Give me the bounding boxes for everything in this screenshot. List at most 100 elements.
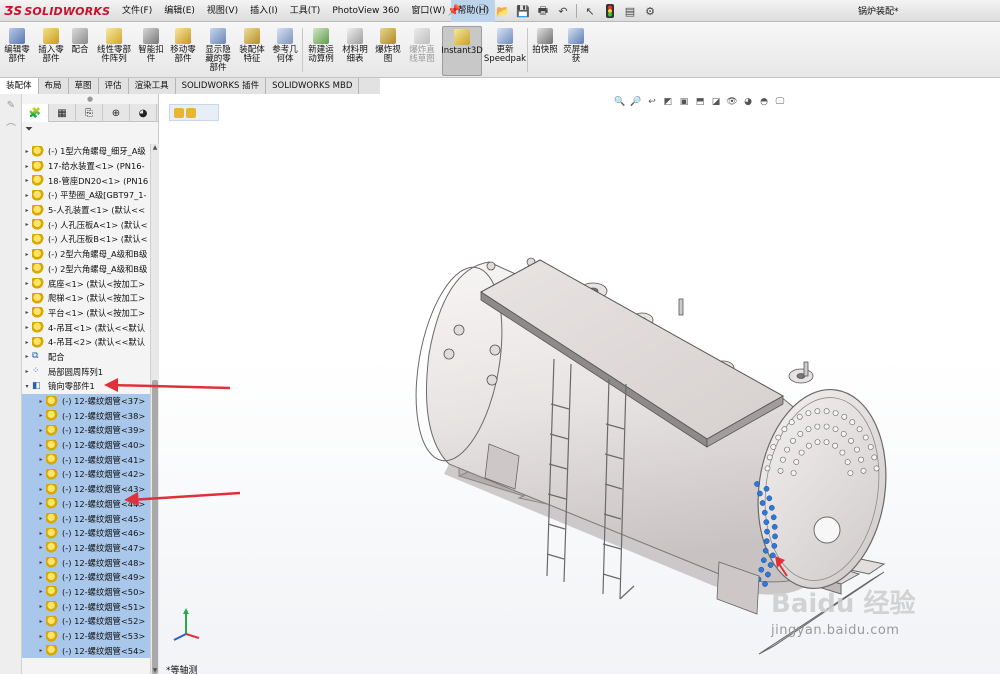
reference-geometry-button[interactable]: 参考几 何体 (270, 26, 300, 76)
selected-tube-hole[interactable] (765, 571, 771, 578)
menu-view[interactable]: 视图(V) (201, 0, 244, 22)
tree-item-selected[interactable]: ▸ (-) 12-螺纹烟管<47> (22, 540, 150, 556)
explode-line-sketch-button[interactable]: 爆炸直 线草图 (405, 26, 439, 76)
tree-item[interactable]: ▸ (-) 人孔压板A<1> (默认< (22, 217, 150, 232)
expand-arrow-icon[interactable]: ▸ (36, 412, 46, 419)
selected-tube-hole[interactable] (766, 495, 773, 502)
expand-arrow-icon[interactable]: ▸ (22, 207, 32, 214)
panel-grip[interactable]: ● (22, 94, 158, 104)
tree-item[interactable]: ▸ 5-人孔装置<1> (默认<< (22, 203, 150, 218)
tab-assembly[interactable]: 装配体 (0, 78, 39, 94)
scrollbar-thumb[interactable] (152, 380, 158, 674)
scroll-up-icon[interactable]: ▲ (151, 144, 159, 151)
tree-item-selected[interactable]: ▸ (-) 12-螺纹烟管<48> (22, 555, 150, 570)
linear-pattern-button[interactable]: 线性零部 件阵列 (94, 26, 134, 76)
tree-item-selected[interactable]: ▸ (-) 12-螺纹烟管<38> (22, 408, 150, 424)
selected-tube-hole[interactable] (762, 547, 769, 554)
expand-arrow-icon[interactable]: ▸ (22, 309, 32, 316)
expand-arrow-icon[interactable]: ▸ (36, 603, 46, 610)
menu-tools[interactable]: 工具(T) (284, 0, 327, 22)
expand-arrow-icon[interactable]: ▸ (36, 500, 46, 507)
selected-tube-hole[interactable] (771, 543, 778, 549)
print-icon[interactable]: 🖶 (534, 2, 552, 20)
selected-tube-hole[interactable] (761, 509, 768, 516)
tree-item[interactable]: ▸ (-) 1型六角螺母_细牙_A级 (22, 144, 150, 159)
selected-tube-hole[interactable] (759, 500, 766, 506)
bom-button[interactable]: 材料明 细表 (340, 26, 370, 76)
tree-item-selected[interactable]: ▸ (-) 12-螺纹烟管<43> (22, 481, 150, 497)
solidworks-logo[interactable]: ƷS SOLIDWORKS (4, 2, 110, 20)
expand-arrow-icon[interactable]: ▸ (36, 559, 46, 566)
expand-arrow-icon[interactable]: ▸ (22, 280, 32, 287)
expand-arrow-icon[interactable]: ▸ (22, 324, 32, 331)
tab-render-tools[interactable]: 渲染工具 (129, 78, 176, 94)
tree-item-selected[interactable]: ▸ (-) 12-螺纹烟管<39> (22, 423, 150, 438)
expand-arrow-icon[interactable]: ▸ (36, 486, 46, 493)
new-document-icon[interactable]: 🗋 (474, 2, 492, 20)
save-icon[interactable]: 💾 (514, 2, 532, 20)
selected-tube-hole[interactable] (763, 485, 770, 492)
tree-item[interactable]: ▸ 4-吊耳<2> (默认<<默认 (22, 335, 150, 350)
selected-tube-hole[interactable] (770, 514, 777, 521)
expand-arrow-icon[interactable]: ▸ (22, 148, 32, 155)
tab-solidworks-mbd[interactable]: SOLIDWORKS MBD (266, 78, 360, 94)
expand-arrow-icon[interactable]: ▸ (22, 353, 32, 360)
tree-item-selected[interactable]: ▸ (-) 12-螺纹烟管<46> (22, 525, 150, 541)
tree-item-mirror-components[interactable]: ▾ ◧ 镜向零部件1 (22, 379, 150, 394)
expand-arrow-icon[interactable]: ▸ (22, 368, 32, 375)
update-speedpak-button[interactable]: 更新 Speedpak (484, 26, 526, 76)
expand-arrow-icon[interactable]: ▸ (22, 265, 32, 272)
expand-arrow-icon[interactable]: ▸ (36, 618, 46, 625)
instant3d-button[interactable]: Instant3D (441, 26, 483, 76)
selected-tube-hole[interactable] (772, 533, 778, 540)
assembly-feature-button[interactable]: 装配体 特征 (237, 26, 267, 76)
expand-arrow-icon[interactable]: ▸ (22, 251, 32, 258)
selected-tube-hole[interactable] (758, 566, 765, 573)
tree-item-selected[interactable]: ▸ (-) 12-螺纹烟管<41> (22, 452, 150, 468)
expand-arrow-icon[interactable]: ▸ (36, 515, 46, 522)
menu-file[interactable]: 文件(F) (116, 0, 158, 22)
tree-item[interactable]: ▸ 平台<1> (默认<按加工> (22, 306, 150, 321)
tree-item[interactable]: ▸ 底座<1> (默认<按加工> (22, 276, 150, 291)
dimxpert-tab-icon[interactable]: ⊕ (103, 104, 130, 122)
menu-photoview360[interactable]: PhotoView 360 (326, 0, 405, 22)
new-motion-study-button[interactable]: 新建运 动算例 (305, 26, 337, 76)
scroll-down-icon[interactable]: ▼ (151, 667, 159, 674)
tree-item-circular-pattern[interactable]: ▸ ⁘ 局部圆周阵列1 (22, 364, 150, 379)
display-manager-tab-icon[interactable]: ◕ (130, 104, 157, 122)
expand-arrow-icon[interactable]: ▸ (36, 574, 46, 581)
tree-item[interactable]: ▸ 18-管座DN20<1> (PN16 (22, 173, 150, 188)
tree-item[interactable]: ▸ (-) 2型六角螺母_A级和B级 (22, 262, 150, 277)
property-manager-tab-icon[interactable]: ▦ (49, 104, 76, 122)
expand-arrow-icon[interactable]: ▸ (36, 544, 46, 551)
tree-item-selected[interactable]: ▸ (-) 12-螺纹烟管<54> (22, 643, 150, 659)
tab-layout[interactable]: 布局 (39, 78, 69, 94)
task-icon[interactable]: ✎ (3, 100, 19, 114)
selected-tube-hole[interactable] (754, 481, 760, 487)
expand-arrow-icon[interactable]: ▸ (22, 236, 32, 243)
tab-evaluate[interactable]: 评估 (99, 78, 129, 94)
expand-arrow-icon[interactable]: ▸ (22, 163, 32, 170)
tree-item-mates[interactable]: ▸ ⧉ 配合 (22, 350, 150, 365)
menu-window[interactable]: 窗口(W) (405, 0, 451, 22)
menu-edit[interactable]: 编辑(E) (158, 0, 201, 22)
selected-tube-hole[interactable] (763, 519, 770, 525)
expand-arrow-icon[interactable]: ▸ (36, 471, 46, 478)
tree-item-selected[interactable]: ▸ (-) 12-螺纹烟管<42> (22, 467, 150, 482)
tab-solidworks-addins[interactable]: SOLIDWORKS 插件 (176, 78, 267, 94)
configuration-manager-tab-icon[interactable]: ⎘ (76, 104, 103, 122)
tree-item-selected[interactable]: ▸ (-) 12-螺纹烟管<40> (22, 437, 150, 453)
expand-arrow-icon[interactable]: ▸ (22, 339, 32, 346)
show-hidden-components-button[interactable]: 显示隐 藏的零 部件 (201, 26, 235, 76)
take-snapshot-button[interactable]: 拍快照 (530, 26, 560, 76)
collapse-arrow-icon[interactable]: ▾ (22, 383, 32, 390)
expand-arrow-icon[interactable]: ▸ (22, 295, 32, 302)
expand-arrow-icon[interactable]: ▸ (36, 633, 46, 640)
tree-item-selected[interactable]: ▸ (-) 12-螺纹烟管<52> (22, 614, 150, 629)
selected-tube-hole[interactable] (760, 557, 767, 564)
tree-item[interactable]: ▸ 4-吊耳<1> (默认<<默认 (22, 320, 150, 335)
path-icon[interactable]: ⌒ (3, 120, 19, 135)
open-document-icon[interactable]: 📂 (494, 2, 512, 20)
expand-arrow-icon[interactable]: ▸ (36, 398, 46, 405)
expand-arrow-icon[interactable]: ▸ (22, 221, 32, 228)
